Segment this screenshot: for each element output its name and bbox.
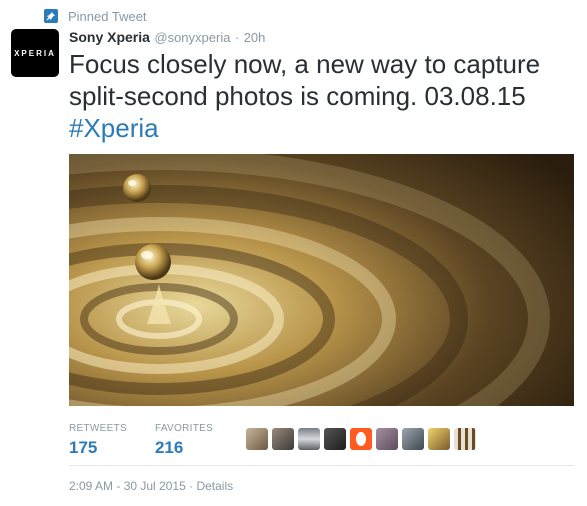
footer-divider <box>69 465 574 466</box>
user-avatar[interactable] <box>428 428 450 450</box>
user-avatar[interactable] <box>350 428 372 450</box>
pinned-label: Pinned Tweet <box>68 8 147 24</box>
footer-separator: · <box>189 479 194 493</box>
tweet-body: Focus closely now, a new way to capture … <box>69 49 541 111</box>
user-avatar[interactable] <box>324 428 346 450</box>
tweet-time[interactable]: 20h <box>244 30 266 45</box>
tweet-photo[interactable] <box>69 154 574 406</box>
author-name[interactable]: Sony Xperia <box>69 29 150 45</box>
retweets-label: RETWEETS <box>69 423 127 434</box>
user-avatar[interactable] <box>376 428 398 450</box>
user-avatar[interactable] <box>246 428 268 450</box>
details-link[interactable]: Details <box>196 479 233 493</box>
tweet-footer: 2:09 AM - 30 Jul 2015 · Details <box>69 479 233 493</box>
favorites-stat[interactable]: FAVORITES 216 <box>155 423 213 458</box>
favorites-label: FAVORITES <box>154 423 214 434</box>
tweet-stats: RETWEETS 175 FAVORITES 216 <box>69 423 241 458</box>
retweets-count[interactable]: 175 <box>69 438 127 458</box>
tweet-header: Sony Xperia @sonyxperia · 20h <box>69 29 265 47</box>
tweet-text: Focus closely now, a new way to capture … <box>69 48 574 144</box>
retweets-stat[interactable]: RETWEETS 175 <box>69 423 127 458</box>
engagement-avatars <box>246 428 480 450</box>
hashtag-link[interactable]: #Xperia <box>69 113 159 143</box>
pin-icon <box>44 9 58 23</box>
header-separator: · <box>234 30 240 45</box>
user-avatar[interactable] <box>272 428 294 450</box>
user-avatar[interactable] <box>454 428 476 450</box>
avatar[interactable]: XPERIA <box>11 29 59 77</box>
timestamp[interactable]: 2:09 AM - 30 Jul 2015 <box>69 479 186 493</box>
user-avatar[interactable] <box>402 428 424 450</box>
avatar-logo-text: XPERIA <box>14 48 56 58</box>
favorites-count[interactable]: 216 <box>155 438 213 458</box>
author-handle[interactable]: @sonyxperia <box>154 30 230 45</box>
user-avatar[interactable] <box>298 428 320 450</box>
pinned-tweet-indicator: Pinned Tweet <box>44 7 147 25</box>
